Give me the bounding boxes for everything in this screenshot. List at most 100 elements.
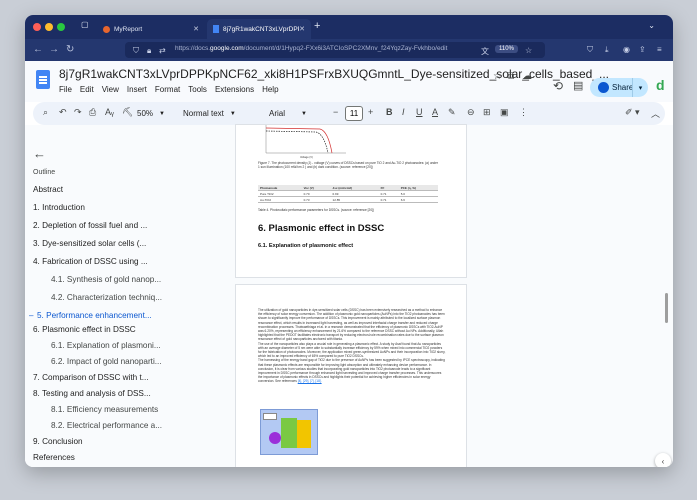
outline-item-abstract[interactable]: Abstract (33, 185, 63, 194)
zoom-badge[interactable]: 110% (495, 45, 518, 53)
url-text: https://docs.google.com/document/d/1Hypq… (175, 45, 448, 52)
subsection-heading: 6.1. Explanation of plasmonic effect (258, 243, 354, 249)
tab-list-chevron-icon[interactable]: ⌄ (648, 21, 655, 30)
outline-item-4-2[interactable]: 4.2. Characterization techniq... (51, 293, 162, 302)
comments-icon[interactable]: ▤ (573, 79, 583, 92)
close-outline-icon[interactable]: ← (33, 146, 46, 161)
menu-extensions[interactable]: Extensions (215, 85, 254, 94)
add-comment-icon[interactable]: ⊞ (483, 107, 491, 118)
spellcheck-icon[interactable]: Aᵧ (105, 107, 114, 117)
zoom-value: 50% (137, 109, 154, 118)
menu-view[interactable]: View (102, 85, 119, 94)
table-caption: Table 4. Photovoltaic performance parame… (258, 208, 375, 212)
outline-item-1[interactable]: 1. Introduction (33, 203, 85, 212)
increase-font-size-icon[interactable]: + (368, 107, 373, 117)
menu-help[interactable]: Help (262, 85, 278, 94)
table-row: Au-TiO2 0.73 12.85 0.71 6.6 (258, 196, 438, 203)
menu-format[interactable]: Format (155, 85, 180, 94)
app-menu-icon[interactable]: ≡ (657, 45, 662, 54)
maximize-window-button[interactable] (57, 23, 65, 31)
star-icon[interactable]: ☆ (493, 71, 502, 82)
outline-item-8-2[interactable]: 8.2. Electrical performance a... (51, 421, 162, 430)
minimize-window-button[interactable] (45, 23, 53, 31)
move-folder-icon[interactable]: ⧉ (507, 71, 514, 82)
paragraph-style-select[interactable]: Normal text ▼ (183, 106, 236, 121)
cloud-status-icon[interactable]: ☁ (522, 71, 532, 82)
pocket-icon[interactable]: ⛉ (587, 45, 593, 55)
menu-insert[interactable]: Insert (127, 85, 147, 94)
document-page-1[interactable]: Voltage (V) Figure 7. The photocurrent d… (236, 125, 466, 277)
reference-links[interactable]: [4], [29], [7], [18]. (298, 379, 322, 383)
permissions-icon[interactable]: ⇄ (159, 46, 166, 55)
outline-item-4-1[interactable]: 4.1. Synthesis of gold nanop... (51, 275, 161, 284)
outline-item-3[interactable]: 3. Dye-sensitized solar cells (... (33, 239, 146, 248)
insert-image-icon[interactable]: ▣ (500, 107, 509, 118)
share-page-icon[interactable]: ⇪ (639, 45, 646, 54)
chevron-down-icon: ▼ (159, 110, 165, 117)
gemini-icon[interactable]: d (656, 77, 665, 93)
account-icon[interactable]: ◉ (623, 45, 630, 54)
outline-item-7[interactable]: 7. Comparison of DSSC with t... (33, 373, 149, 382)
outline-item-references[interactable]: References (33, 453, 75, 462)
hide-menus-chevron-icon[interactable]: ︿ (651, 107, 660, 120)
insert-link-icon[interactable]: ⊖ (467, 107, 475, 118)
paint-format-icon[interactable]: ⛏ (122, 107, 133, 118)
new-tab-icon[interactable]: + (314, 20, 320, 32)
tab-myreport[interactable]: MyReport ✕ (97, 19, 205, 39)
body-paragraph: The utilization of gold nanoparticles in… (258, 308, 446, 384)
translate-icon[interactable]: 文 (481, 46, 489, 57)
menu-file[interactable]: File (59, 85, 72, 94)
bookmark-star-icon[interactable]: ☆ (525, 46, 532, 55)
font-size-input[interactable]: 11 (345, 106, 363, 121)
outline-item-6-1[interactable]: 6.1. Explanation of plasmoni... (51, 341, 161, 350)
decrease-font-size-icon[interactable]: − (333, 107, 338, 117)
vertical-scrollbar[interactable] (665, 293, 668, 323)
highlight-icon[interactable]: ✎ (448, 107, 456, 118)
table-cell: 0.71 (378, 196, 399, 203)
more-options-icon[interactable]: ⋮ (519, 107, 528, 118)
outline-item-2[interactable]: 2. Depletion of fossil fuel and ... (33, 221, 147, 230)
tab-overview-icon[interactable]: ▢ (81, 20, 89, 29)
active-heading-marker: – (29, 311, 34, 320)
lock-icon[interactable]: 🔒︎ (147, 46, 151, 56)
menu-tools[interactable]: Tools (188, 85, 207, 94)
bold-icon[interactable]: B (386, 107, 393, 117)
tab-title: MyReport (114, 25, 143, 33)
print-icon[interactable]: ⎙ (89, 107, 96, 118)
share-dropdown-chevron-icon[interactable]: ▾ (632, 78, 648, 97)
history-icon[interactable]: ⟲ (553, 79, 563, 93)
tab-close-icon[interactable]: ✕ (299, 25, 305, 33)
electrode-shape (281, 418, 297, 448)
chevron-left-icon[interactable]: ‹ (655, 453, 671, 467)
zoom-select[interactable]: 50% ▼ (137, 106, 165, 121)
outline-item-8[interactable]: 8. Testing and analysis of DSS... (33, 389, 151, 398)
reload-icon[interactable]: ↻ (66, 44, 74, 55)
document-page-2[interactable]: The utilization of gold nanoparticles in… (236, 285, 466, 467)
outline-item-8-1[interactable]: 8.1. Efficiency measurements (51, 405, 158, 414)
downloads-icon[interactable]: ⤓ (605, 45, 609, 55)
back-icon[interactable]: ← (33, 44, 43, 55)
font-select[interactable]: Arial ▼ (269, 106, 307, 121)
forward-icon[interactable]: → (49, 44, 59, 55)
search-menus-icon[interactable]: ⌕ (43, 107, 48, 118)
text-color-icon[interactable]: A (432, 107, 438, 117)
outline-item-9[interactable]: 9. Conclusion (33, 437, 83, 446)
docs-tab-icon (213, 25, 219, 33)
plasmonic-diagram-image[interactable] (260, 409, 318, 455)
outline-item-4[interactable]: 4. Fabrication of DSSC using ... (33, 257, 148, 266)
close-window-button[interactable] (33, 23, 41, 31)
redo-icon[interactable]: ↷ (74, 107, 82, 118)
italic-icon[interactable]: I (402, 107, 405, 117)
shield-icon[interactable]: ⛉ (133, 46, 139, 56)
tab-google-doc[interactable]: 8j7gR1wakCNT3xLVprDPPKpN ✕ (207, 19, 311, 39)
tab-close-icon[interactable]: ✕ (193, 25, 199, 33)
docs-logo-icon[interactable] (36, 70, 50, 89)
underline-icon[interactable]: U (416, 107, 423, 117)
outline-item-5[interactable]: 5. Performance enhancement... (37, 311, 152, 320)
outline-item-6-2[interactable]: 6.2. Impact of gold nanoparti... (51, 357, 162, 366)
outline-item-6[interactable]: 6. Plasmonic effect in DSSC (33, 325, 136, 334)
editing-mode-icon[interactable]: ✐ ▾ (625, 107, 640, 118)
undo-icon[interactable]: ↶ (59, 107, 67, 118)
address-field[interactable]: ⛉ 🔒︎ ⇄ https://docs.google.com/document/… (125, 42, 545, 58)
menu-edit[interactable]: Edit (80, 85, 94, 94)
